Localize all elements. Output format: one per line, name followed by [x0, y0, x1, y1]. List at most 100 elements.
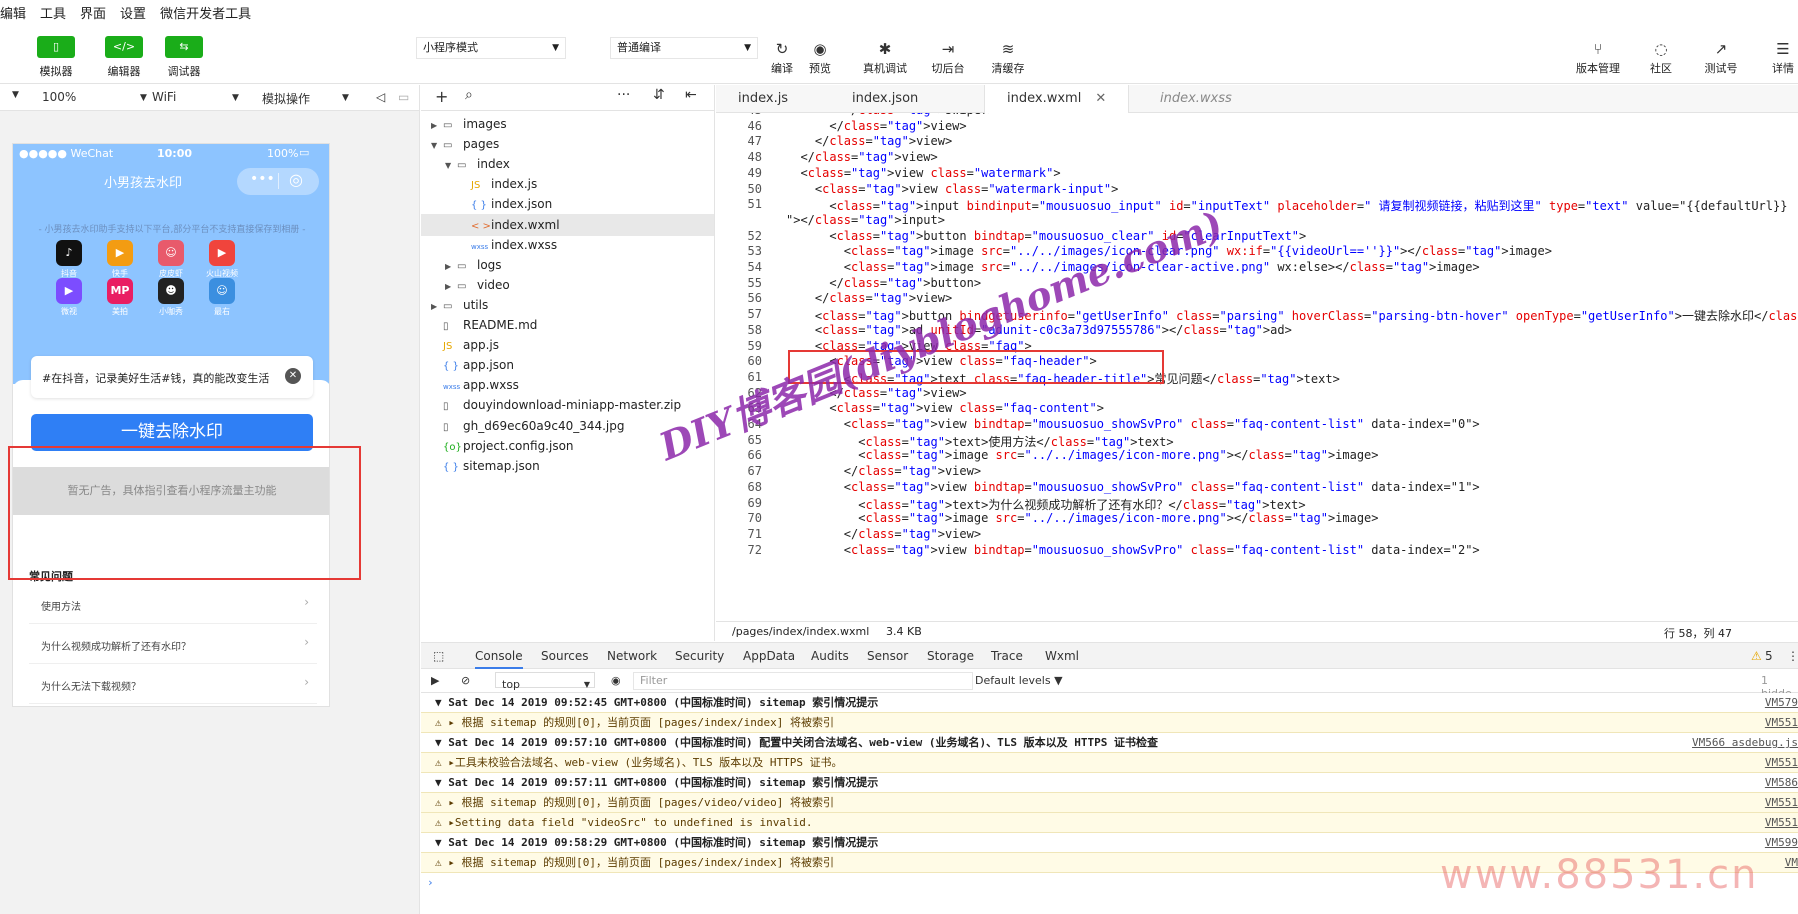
- tab-security[interactable]: Security: [675, 649, 724, 663]
- code-line[interactable]: </class="tag">view>: [786, 464, 981, 478]
- code-line[interactable]: </class="tag">view>: [786, 150, 937, 164]
- tab-network[interactable]: Network: [607, 649, 657, 663]
- faq-item[interactable]: 为什么无法下载视频？ ›: [29, 664, 317, 704]
- console-source-link[interactable]: VM551: [1765, 813, 1798, 832]
- simulator-button[interactable]: ▯ 模拟器: [31, 36, 81, 79]
- tab-appdata[interactable]: AppData: [743, 649, 795, 663]
- file-tree-item[interactable]: ▶ ▭ utils: [421, 294, 714, 316]
- faq-item[interactable]: 使用方法 ›: [29, 584, 317, 624]
- console-group-header[interactable]: ▼ Sat Dec 14 2019 09:52:45 GMT+0800 (中国标…: [421, 693, 1798, 713]
- compile-button[interactable]: ↻ 编译: [768, 38, 796, 76]
- file-tree-item[interactable]: { } index.json: [421, 193, 714, 215]
- console-group-header[interactable]: ▼ Sat Dec 14 2019 09:57:10 GMT+0800 (中国标…: [421, 733, 1798, 753]
- file-tree-item[interactable]: JS app.js: [421, 334, 714, 356]
- code-line[interactable]: <class="tag">view bindtap="mousuosuo_sho…: [786, 480, 1480, 494]
- menu-tools[interactable]: 工具: [40, 3, 66, 22]
- file-tree-item[interactable]: < >index.wxml: [421, 213, 714, 236]
- chevron-down-icon[interactable]: ▼: [12, 90, 19, 100]
- mode-select[interactable]: 小程序模式 ▼: [416, 37, 566, 59]
- console-source-link[interactable]: VM551: [1765, 753, 1798, 772]
- remote-debug-button[interactable]: ✱ 真机调试: [860, 38, 910, 76]
- debugger-button[interactable]: ⇆ 调试器: [159, 36, 209, 79]
- version-button[interactable]: ⑂ 版本管理: [1573, 38, 1623, 76]
- code-line[interactable]: <class="tag">view class="watermark-input…: [786, 182, 1119, 196]
- more-vertical-icon[interactable]: ⋮: [1787, 649, 1798, 663]
- background-button[interactable]: ⇥ 切后台: [929, 38, 967, 76]
- file-tree-item[interactable]: ▶ ▭ images: [421, 113, 714, 135]
- capsule-menu[interactable]: ••• ◎: [237, 168, 319, 195]
- close-circle-icon[interactable]: ◎: [289, 170, 303, 189]
- test-account-button[interactable]: ↗ 测试号: [1702, 38, 1740, 76]
- inspect-icon[interactable]: ⬚: [433, 649, 444, 663]
- file-tree-item[interactable]: wxss index.wxss: [421, 234, 714, 256]
- code-line[interactable]: </class="tag">view>: [786, 527, 981, 541]
- sort-icon[interactable]: ⇵: [653, 87, 665, 103]
- file-tree-item[interactable]: JS index.js: [421, 173, 714, 195]
- tab-audits[interactable]: Audits: [811, 649, 849, 663]
- console-warning[interactable]: ⚠ ▸工具未校验合法域名、web-view (业务域名)、TLS 版本以及 HT…: [421, 753, 1798, 773]
- log-levels-select[interactable]: Default levels ▼: [975, 674, 1063, 687]
- more-dots-icon[interactable]: •••: [250, 171, 275, 187]
- clear-cache-button[interactable]: ≋ 清缓存: [989, 38, 1027, 76]
- app-kuaishou[interactable]: ▶ 快手: [102, 240, 138, 279]
- menu-interface[interactable]: 界面: [80, 3, 106, 22]
- volume-icon[interactable]: ◁: [376, 90, 385, 104]
- tab-index-wxss[interactable]: index.wxss: [1138, 85, 1254, 113]
- menu-wechat-devtools[interactable]: 微信开发者工具: [160, 3, 251, 22]
- clear-console-icon[interactable]: ⊘: [461, 674, 470, 687]
- code-line[interactable]: <class="tag">image src="../../images/ico…: [786, 511, 1378, 525]
- file-tree-item[interactable]: ▶ ▭ video: [421, 274, 714, 296]
- app-douyin[interactable]: ♪ 抖音: [51, 240, 87, 279]
- code-line[interactable]: <class="tag">input bindinput="mousuosuo_…: [786, 197, 1787, 214]
- zoom-select[interactable]: 100%: [42, 90, 76, 104]
- community-button[interactable]: ◌ 社区: [1648, 38, 1674, 76]
- phone-screen[interactable]: ●●●●● WeChat 10:00 100% ▭ 小男孩去水印 ••• ◎ -…: [12, 143, 330, 707]
- app-zuiyou[interactable]: ☺ 最右: [204, 278, 240, 317]
- app-pipixia[interactable]: ☺ 皮皮虾: [153, 240, 189, 279]
- tab-wxml[interactable]: Wxml: [1045, 649, 1079, 663]
- console-source-link[interactable]: VM: [1785, 853, 1798, 872]
- console-warning[interactable]: ⚠ ▸Setting data field "videoSrc" to unde…: [421, 813, 1798, 833]
- tab-index-wxml[interactable]: index.wxml ✕: [984, 85, 1130, 113]
- code-line[interactable]: </class="tag">view>: [786, 291, 952, 305]
- tab-console[interactable]: Console: [475, 649, 523, 669]
- console-warning[interactable]: ⚠ ▸ 根据 sitemap 的规则[0]，当前页面 [pages/index/…: [421, 713, 1798, 733]
- clear-icon[interactable]: ✕: [285, 368, 301, 384]
- console-group-header[interactable]: ▼ Sat Dec 14 2019 09:57:11 GMT+0800 (中国标…: [421, 773, 1798, 793]
- tab-storage[interactable]: Storage: [927, 649, 974, 663]
- code-line[interactable]: </class="tag">swiper>: [786, 113, 996, 117]
- context-select[interactable]: top ▼: [495, 672, 595, 691]
- console-group-header[interactable]: ▼ Sat Dec 14 2019 09:58:29 GMT+0800 (中国标…: [421, 833, 1798, 853]
- console-source-link[interactable]: VM599: [1765, 833, 1798, 852]
- search-icon[interactable]: ⌕: [465, 87, 473, 103]
- faq-item[interactable]: 为什么视频成功解析了还有水印？ ›: [29, 624, 317, 664]
- window-icon[interactable]: ▭: [398, 90, 409, 104]
- file-tree-item[interactable]: ▼ ▭ pages: [421, 133, 714, 155]
- close-icon[interactable]: ✕: [1095, 91, 1106, 106]
- file-tree-item[interactable]: ▼ ▭ index: [421, 153, 714, 175]
- details-button[interactable]: ☰ 详情: [1768, 38, 1798, 76]
- code-line[interactable]: <class="tag">view bindtap="mousuosuo_sho…: [786, 543, 1480, 557]
- tab-sources[interactable]: Sources: [541, 649, 588, 663]
- code-line[interactable]: <class="tag">image src="../../images/ico…: [786, 448, 1378, 462]
- app-huoshan[interactable]: ▶ 火山视频: [204, 240, 240, 279]
- console-source-link[interactable]: VM551: [1765, 713, 1798, 732]
- editor-button[interactable]: </> 编辑器: [99, 36, 149, 79]
- code-line[interactable]: <class="tag">view class="watermark">: [786, 166, 1060, 180]
- code-line[interactable]: </class="tag">view>: [786, 119, 966, 133]
- menu-settings[interactable]: 设置: [120, 3, 146, 22]
- more-icon[interactable]: ···: [617, 87, 630, 103]
- code-line[interactable]: <class="tag">text>使用方法</class="tag">text…: [786, 433, 1173, 450]
- menu-edit[interactable]: 编辑: [0, 3, 26, 22]
- file-tree-item[interactable]: wxss app.wxss: [421, 374, 714, 396]
- plus-icon[interactable]: +: [435, 87, 448, 106]
- tab-trace[interactable]: Trace: [991, 649, 1023, 663]
- tab-index-js[interactable]: index.js: [716, 85, 810, 113]
- console-source-link[interactable]: VM586: [1765, 773, 1798, 792]
- file-tree-item[interactable]: { } app.json: [421, 354, 714, 376]
- tab-index-json[interactable]: index.json: [830, 85, 940, 113]
- app-xiaokaxiu[interactable]: ☻ 小咖秀: [153, 278, 189, 317]
- app-weishi[interactable]: ▶ 微视: [51, 278, 87, 317]
- link-input[interactable]: #在抖音，记录美好生活#钱，真的能改变生活 ✕: [31, 356, 313, 398]
- sidebar-toggle-icon[interactable]: ▶: [431, 674, 439, 687]
